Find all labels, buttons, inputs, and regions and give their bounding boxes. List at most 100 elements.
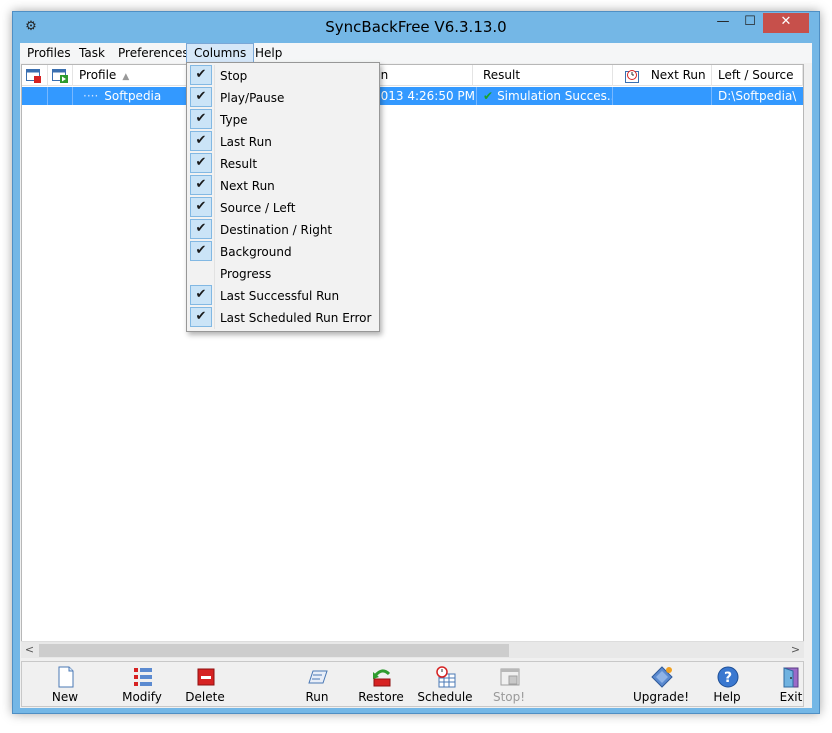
client-area: Profiles Task Preferences Columns Help P… — [20, 43, 812, 708]
modify-button-label: Modify — [122, 690, 162, 704]
columns-menu-item[interactable]: ✔ Last Scheduled Run Error — [189, 307, 377, 329]
scroll-thumb[interactable] — [39, 644, 509, 657]
columns-menu-item[interactable]: Progress — [189, 263, 377, 285]
columns-menu-item[interactable]: ✔ Stop — [189, 65, 377, 87]
run-button[interactable]: Run — [287, 662, 347, 706]
help-button[interactable]: ? Help — [697, 662, 757, 706]
table-row[interactable]: ···· Softpedia 2013 4:26:50 PM ✔ Simulatio… — [22, 87, 803, 105]
checkmark-icon: ✔ — [190, 219, 212, 239]
columns-menu-item-label: Last Scheduled Run Error — [220, 311, 372, 325]
row-stop-cell[interactable] — [22, 87, 48, 105]
header-result-label: Result — [483, 68, 521, 82]
columns-menu-item-label: Source / Left — [220, 201, 296, 215]
minimize-button[interactable]: — — [710, 13, 736, 33]
exit-button-label: Exit — [779, 690, 803, 704]
columns-menu-item[interactable]: ✔ Play/Pause — [189, 87, 377, 109]
checkmark-icon: ✔ — [190, 197, 212, 217]
columns-menu-item[interactable]: ✔ Type — [189, 109, 377, 131]
columns-menu-item-label: Next Run — [220, 179, 275, 193]
exit-button[interactable]: Exit — [761, 662, 821, 706]
help-icon: ? — [717, 666, 739, 688]
new-document-icon — [55, 666, 77, 688]
delete-button-label: Delete — [185, 690, 225, 704]
play-column-icon — [52, 68, 68, 83]
stop-column-icon — [26, 68, 42, 83]
exit-door-icon — [781, 666, 803, 688]
menu-profiles[interactable]: Profiles — [20, 43, 78, 63]
restore-icon — [371, 666, 393, 688]
schedule-button-label: Schedule — [417, 690, 473, 704]
schedule-button[interactable]: Schedule — [415, 662, 475, 706]
app-window: ⚙ SyncBackFree V6.3.13.0 — ☐ ✕ Profiles … — [12, 11, 820, 714]
close-button[interactable]: ✕ — [763, 13, 809, 33]
menu-columns[interactable]: Columns — [186, 43, 255, 63]
row-play-cell[interactable] — [48, 87, 73, 105]
checkmark-icon: ✔ — [190, 307, 212, 327]
checkmark-icon: ✔ — [190, 241, 212, 261]
columns-menu-item[interactable]: ✔ Background — [189, 241, 377, 263]
checkmark-icon: ✔ — [190, 175, 212, 195]
checkmark-icon: ✔ — [190, 131, 212, 151]
upgrade-button[interactable]: Upgrade! — [631, 662, 691, 706]
header-play-pause[interactable] — [48, 65, 73, 86]
columns-menu-item-label: Destination / Right — [220, 223, 333, 237]
delete-icon — [195, 666, 217, 688]
row-result-text: Simulation Succes... — [497, 89, 613, 103]
help-button-label: Help — [713, 690, 741, 704]
sort-ascending-icon: ▲ — [122, 72, 130, 82]
menu-preferences[interactable]: Preferences — [111, 43, 196, 63]
menu-help[interactable]: Help — [248, 43, 289, 63]
checkmark-icon: ✔ — [190, 87, 212, 107]
columns-menu-item-label: Type — [220, 113, 248, 127]
new-button-label: New — [51, 690, 79, 704]
menu-task[interactable]: Task — [72, 43, 112, 63]
stop-icon — [499, 666, 521, 688]
stop-button[interactable]: Stop! — [479, 662, 539, 706]
scroll-right-icon[interactable]: > — [787, 642, 804, 659]
header-stop[interactable] — [22, 65, 48, 86]
columns-menu-item[interactable]: ✔ Next Run — [189, 175, 377, 197]
columns-menu-item-label: Stop — [220, 69, 248, 83]
row-result-cell: ✔ Simulation Succes... — [477, 87, 613, 105]
columns-menu-item-label: Last Run — [220, 135, 272, 149]
header-source[interactable]: Left / Source — [712, 65, 803, 86]
clock-icon — [625, 69, 641, 83]
columns-menu-item-label: Progress — [220, 267, 272, 281]
columns-menu-item-label: Background — [220, 245, 292, 259]
header-next-run-label: Next Run — [650, 68, 706, 82]
columns-menu-item[interactable]: ✔ Last Run — [189, 131, 377, 153]
columns-menu-item[interactable]: ✔ Result — [189, 153, 377, 175]
title-bar: ⚙ SyncBackFree V6.3.13.0 — ☐ ✕ — [13, 12, 819, 44]
columns-menu-item[interactable]: ✔ Destination / Right — [189, 219, 377, 241]
header-profile-label: Profile — [79, 68, 117, 82]
stop-button-label: Stop! — [492, 690, 526, 704]
scroll-left-icon[interactable]: < — [21, 642, 38, 659]
header-result[interactable]: Result — [477, 65, 613, 86]
run-button-label: Run — [305, 690, 329, 704]
checkmark-icon: ✔ — [190, 153, 212, 173]
modify-button[interactable]: Modify — [112, 662, 172, 706]
delete-button[interactable]: Delete — [175, 662, 235, 706]
svg-text:?: ? — [724, 670, 732, 686]
list-header: Profile ▲ un Result Next Run Left / Sourc… — [22, 65, 803, 86]
profile-list[interactable]: Profile ▲ un Result Next Run Left / Sourc… — [21, 64, 804, 654]
header-source-label: Left / Source — [718, 68, 794, 82]
columns-menu-item-label: Play/Pause — [220, 91, 285, 105]
bottom-toolbar: New Modify Delete Run Restore Schedule S… — [21, 661, 804, 707]
restore-button[interactable]: Restore — [351, 662, 411, 706]
success-check-icon: ✔ — [483, 89, 494, 103]
new-button[interactable]: New — [35, 662, 95, 706]
upgrade-icon — [651, 666, 673, 688]
row-next-run-cell — [613, 87, 712, 105]
columns-menu-item[interactable]: ✔ Last Successful Run — [189, 285, 377, 307]
columns-dropdown-menu: ✔ Stop ✔ Play/Pause ✔ Type ✔ Last Run ✔ Result ✔ Ne… — [186, 62, 380, 332]
schedule-icon — [435, 666, 457, 688]
restore-button-label: Restore — [358, 690, 404, 704]
upgrade-button-label: Upgrade! — [632, 690, 690, 704]
tree-line-icon: ···· — [83, 89, 99, 103]
header-next-run[interactable]: Next Run — [613, 65, 712, 86]
columns-menu-item[interactable]: ✔ Source / Left — [189, 197, 377, 219]
maximize-button[interactable]: ☐ — [737, 13, 763, 33]
horizontal-scrollbar[interactable]: < > — [21, 641, 804, 658]
menu-bar: Profiles Task Preferences Columns Help — [20, 43, 812, 63]
